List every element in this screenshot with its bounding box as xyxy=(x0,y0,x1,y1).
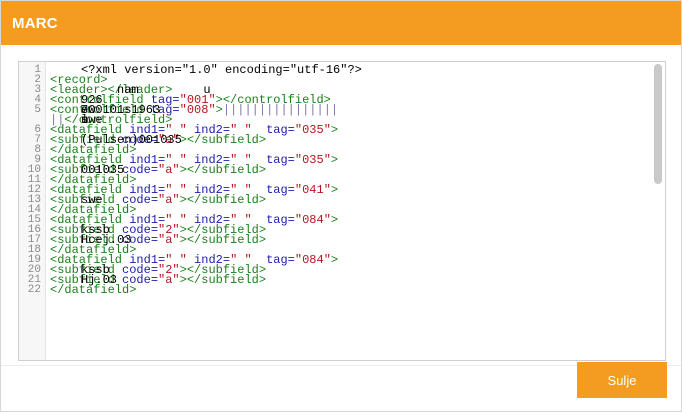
line-text: </datafield> xyxy=(50,284,136,296)
line-number: 5 xyxy=(34,104,41,116)
line-number: 22 xyxy=(27,284,41,296)
close-button[interactable]: Sulje xyxy=(577,362,667,398)
code-token: <?xml version="1.0" encoding="utf-16"?> xyxy=(81,63,362,77)
marc-dialog: MARC 1 <?xml version="1.0" encoding="utf-… xyxy=(0,0,682,412)
xml-code: 1 <?xml version="1.0" encoding="utf-16"?>… xyxy=(19,63,649,296)
marc-xml-editor[interactable]: 1 <?xml version="1.0" encoding="utf-16"?>… xyxy=(18,61,666,361)
dialog-title: MARC xyxy=(12,15,58,32)
code-line: 22 </datafield> xyxy=(19,284,649,296)
code-line: 1 <?xml version="1.0" encoding="utf-16"?> xyxy=(19,63,649,77)
dialog-header: MARC xyxy=(1,1,681,45)
editor-scrollbar[interactable] xyxy=(654,64,662,184)
